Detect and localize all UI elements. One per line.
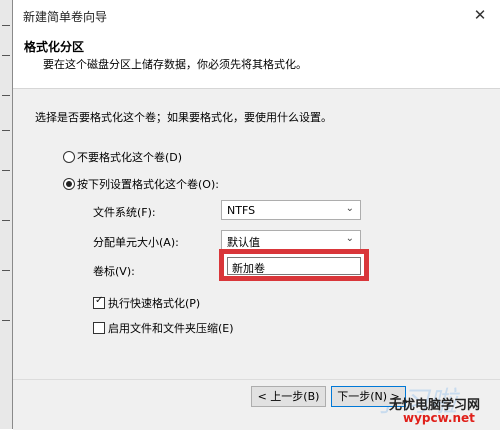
prompt-text: 选择是否要格式化这个卷；如果要格式化，要使用什么设置。 [35, 111, 332, 124]
watermark-url: wypcw.net [403, 411, 475, 425]
radio-format-label[interactable]: 按下列设置格式化这个卷(O): [77, 176, 219, 192]
file-system-select[interactable]: NTFS ⌄ [221, 200, 361, 220]
compression-checkbox[interactable] [93, 322, 105, 334]
radio-no-format[interactable] [63, 151, 75, 163]
title-bar: 新建简单卷向导 ✕ [13, 0, 500, 30]
back-button[interactable]: < 上一步(B) [251, 386, 326, 407]
alloc-unit-select[interactable]: 默认值 ⌄ [221, 230, 361, 250]
alloc-unit-value: 默认值 [227, 236, 260, 249]
alloc-unit-label: 分配单元大小(A): [93, 236, 179, 249]
volume-label-label: 卷标(V): [93, 265, 135, 278]
checkmark-icon: ✓ [95, 295, 104, 306]
volume-label-value: 新加卷 [232, 262, 265, 275]
volume-label-highlight: 新加卷 [219, 249, 369, 281]
compression-label[interactable]: 启用文件和文件夹压缩(E) [108, 320, 234, 336]
wizard-footer: 学习啦 < 上一步(B) 下一步(N) > 无忧电脑学习网 wypcw.net [13, 379, 500, 430]
new-simple-volume-wizard: 新建简单卷向导 ✕ 格式化分区 要在这个磁盘分区上储存数据，你必须先将其格式化。… [12, 0, 500, 430]
close-icon[interactable]: ✕ [469, 4, 491, 26]
wizard-content: 选择是否要格式化这个卷；如果要格式化，要使用什么设置。 不要格式化这个卷(D) … [13, 89, 500, 379]
volume-label-input[interactable]: 新加卷 [227, 257, 361, 275]
quick-format-label[interactable]: 执行快速格式化(P) [108, 295, 200, 311]
chevron-down-icon: ⌄ [345, 233, 354, 244]
file-system-label: 文件系统(F): [93, 206, 156, 219]
quick-format-checkbox[interactable]: ✓ [93, 295, 105, 309]
wizard-header: 格式化分区 要在这个磁盘分区上储存数据，你必须先将其格式化。 [13, 30, 500, 89]
radio-no-format-label[interactable]: 不要格式化这个卷(D) [77, 149, 182, 165]
window-title: 新建简单卷向导 [23, 10, 108, 24]
chevron-down-icon: ⌄ [345, 203, 354, 214]
page-subtitle: 要在这个磁盘分区上储存数据，你必须先将其格式化。 [43, 58, 307, 71]
page-title: 格式化分区 [24, 40, 85, 54]
file-system-value: NTFS [227, 204, 256, 217]
radio-format[interactable] [63, 178, 75, 190]
